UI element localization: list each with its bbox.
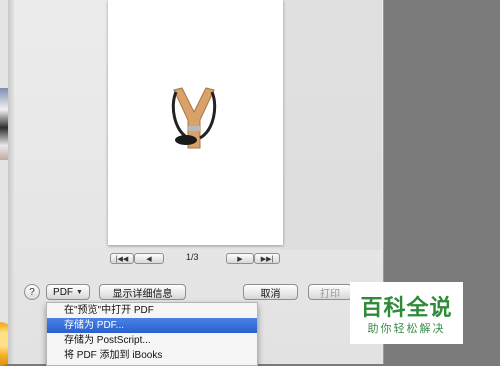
background-preview-ghost [282, 0, 382, 250]
menu-item-open-in-preview[interactable]: 在"预览"中打开 PDF [47, 303, 257, 318]
print-preview-page [108, 0, 283, 245]
pdf-button-label: PDF [53, 286, 74, 298]
menu-item-save-as-pdf[interactable]: 存储为 PDF... [47, 318, 257, 333]
show-details-label: 显示详细信息 [112, 288, 173, 300]
menu-item-save-as-postscript[interactable]: 存储为 PostScript... [47, 333, 257, 348]
cancel-label: 取消 [260, 288, 281, 300]
play-forward-icon: ▶ [237, 255, 243, 263]
pdf-menu-button[interactable]: PDF ▼ [46, 284, 90, 300]
desktop-edge [0, 0, 8, 364]
desktop-thumbnail [0, 88, 8, 160]
print-label: 打印 [320, 288, 340, 300]
help-button[interactable]: ? [24, 284, 40, 300]
cancel-button[interactable]: 取消 [243, 284, 298, 300]
page-indicator: 1/3 [186, 252, 199, 262]
watermark-title: 百科全说 [360, 295, 453, 320]
pdf-dropdown-menu: 在"预览"中打开 PDF 存储为 PDF... 存储为 PostScript..… [46, 302, 258, 366]
watermark-logo: 百科全说 助你轻松解决 [350, 282, 463, 344]
print-button[interactable]: 打印 [308, 284, 352, 300]
menu-item-add-to-ibooks[interactable]: 将 PDF 添加到 iBooks [47, 348, 257, 363]
next-page-button[interactable]: ▶ [226, 253, 254, 264]
skip-forward-icon: ▶▶| [260, 255, 274, 263]
first-page-button[interactable]: |◀◀ [110, 253, 134, 264]
show-details-button[interactable]: 显示详细信息 [99, 284, 186, 300]
chevron-down-icon: ▼ [76, 288, 83, 296]
skip-back-icon: |◀◀ [115, 255, 129, 263]
last-page-button[interactable]: ▶▶| [254, 253, 280, 264]
play-back-icon: ◀ [146, 255, 152, 263]
slingshot-icon [171, 87, 217, 149]
watermark-subtitle: 助你轻松解决 [367, 323, 446, 335]
help-label: ? [29, 286, 35, 298]
prev-page-button[interactable]: ◀ [134, 253, 164, 264]
